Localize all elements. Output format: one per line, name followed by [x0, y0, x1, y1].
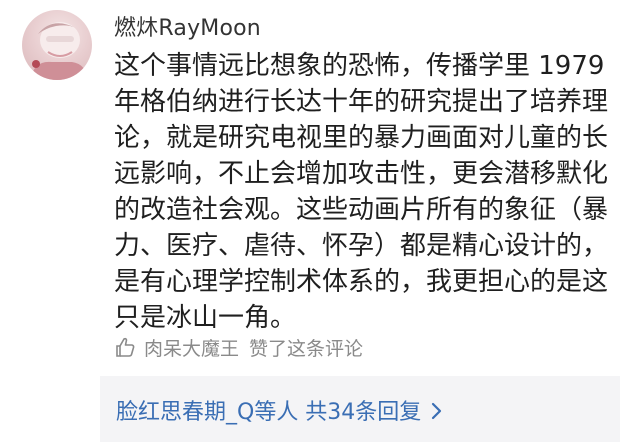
comment-line: 的改造社会观。这些动画片所有的象征（暴	[114, 195, 609, 225]
thumbs-up-icon[interactable]	[114, 336, 136, 358]
chevron-right-icon	[431, 401, 443, 420]
reply-summary-text: 脸红思春期_Q等人 共34条回复	[116, 400, 422, 425]
avatar-image	[30, 22, 88, 80]
comment-line: 论，就是研究电视里的暴力画面对儿童的长	[114, 123, 609, 153]
like-action-text: 赞了这条评论	[249, 337, 364, 360]
avatar[interactable]	[22, 10, 92, 80]
comment-line: 年格伯纳进行长达十年的研究提出了培养理	[114, 87, 609, 117]
view-replies-link[interactable]: 脸红思春期_Q等人 共34条回复	[116, 394, 443, 426]
comment-line: 远影响，不止会增加攻击性，更会潜移默化	[114, 159, 609, 189]
comment-line: 只是冰山一角。	[114, 303, 297, 333]
comment-line: 这个事情远比想象的恐怖，传播学里 1979	[114, 51, 605, 81]
comment-text: 这个事情远比想象的恐怖，传播学里 1979 年格伯纳进行长达十年的研究提出了培养…	[114, 48, 614, 336]
reply-summary-box[interactable]: 脸红思春期_Q等人 共34条回复	[100, 376, 620, 442]
liker-name[interactable]: 肉呆大魔王	[144, 334, 239, 361]
comment-line: 力、医疗、虐待、怀孕）都是精心设计的，	[114, 231, 609, 261]
comment-line: 是有心理学控制术体系的，我更担心的是这	[114, 267, 609, 297]
username[interactable]: 燃炑RayMoon	[114, 10, 261, 42]
like-info: 肉呆大魔王 赞了这条评论	[114, 334, 363, 360]
